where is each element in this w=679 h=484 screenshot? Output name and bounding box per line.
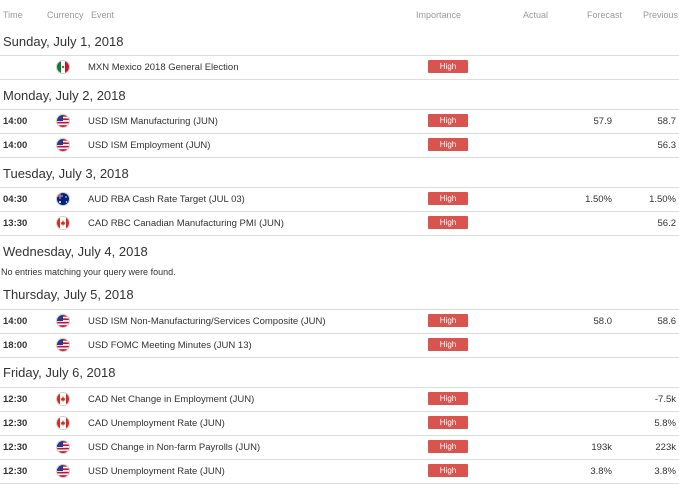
event-name[interactable]: CAD RBC Canadian Manufacturing PMI (JUN)	[88, 218, 284, 229]
event-name[interactable]: CAD Net Change in Employment (JUN)	[88, 394, 254, 405]
day-title: Thursday, July 5, 2018	[3, 287, 134, 302]
day-title: Friday, July 6, 2018	[3, 365, 116, 380]
event-forecast: 58.0	[593, 316, 613, 327]
event-previous: 223k	[655, 442, 676, 453]
event-name[interactable]: USD FOMC Meeting Minutes (JUN 13)	[88, 340, 252, 351]
event-forecast: 1.50%	[585, 194, 612, 205]
event-time: 18:00	[3, 340, 28, 351]
event-forecast: 3.8%	[590, 466, 612, 477]
column-header-previous[interactable]: Previous	[643, 10, 678, 20]
event-time: 14:00	[3, 140, 28, 151]
event-row[interactable]: 12:30 USD Unemployment Rate (JUN) High 3…	[0, 459, 679, 484]
importance-badge: High	[428, 464, 468, 477]
canada-flag-icon	[57, 217, 69, 229]
column-header-forecast[interactable]: Forecast	[587, 10, 622, 20]
event-name[interactable]: USD ISM Employment (JUN)	[88, 140, 210, 151]
day-title: Tuesday, July 3, 2018	[3, 166, 129, 181]
column-header-currency[interactable]: Currency	[47, 10, 84, 20]
column-header-actual[interactable]: Actual	[523, 10, 548, 20]
event-forecast: 193k	[591, 442, 612, 453]
event-row[interactable]: 12:30 USD Change in Non-farm Payrolls (J…	[0, 435, 679, 459]
event-row[interactable]: 12:30 CAD Unemployment Rate (JUN) High 5…	[0, 411, 679, 435]
usa-flag-icon	[57, 441, 69, 453]
australia-flag-icon	[57, 193, 69, 205]
importance-badge: High	[428, 314, 468, 327]
event-previous: -7.5k	[654, 394, 676, 405]
event-time: 12:30	[3, 442, 28, 453]
importance-badge: High	[428, 338, 468, 351]
event-time: 12:30	[3, 418, 28, 429]
importance-badge: High	[428, 192, 468, 205]
event-time: 12:30	[3, 394, 28, 405]
event-name[interactable]: AUD RBA Cash Rate Target (JUL 03)	[88, 194, 245, 205]
event-previous: 3.8%	[654, 466, 676, 477]
no-entries-message: No entries matching your query were foun…	[1, 267, 176, 277]
event-previous: 58.7	[657, 116, 677, 127]
usa-flag-icon	[57, 315, 69, 327]
day-title: Monday, July 2, 2018	[3, 88, 126, 103]
event-name[interactable]: USD ISM Non-Manufacturing/Services Compo…	[88, 316, 326, 327]
column-header-importance[interactable]: Importance	[416, 10, 461, 20]
importance-badge: High	[428, 114, 468, 127]
event-row[interactable]: MXN Mexico 2018 General Election High	[0, 55, 679, 80]
importance-badge: High	[428, 392, 468, 405]
event-row[interactable]: 14:00 USD ISM Non-Manufacturing/Services…	[0, 309, 679, 333]
event-previous: 1.50%	[649, 194, 676, 205]
importance-badge: High	[428, 216, 468, 229]
column-header-time[interactable]: Time	[3, 10, 23, 20]
event-name[interactable]: USD ISM Manufacturing (JUN)	[88, 116, 218, 127]
event-time: 14:00	[3, 316, 28, 327]
usa-flag-icon	[57, 465, 69, 477]
event-time: 14:00	[3, 116, 28, 127]
day-title: Sunday, July 1, 2018	[3, 34, 124, 49]
importance-badge: High	[428, 138, 468, 151]
event-name[interactable]: USD Unemployment Rate (JUN)	[88, 466, 225, 477]
usa-flag-icon	[57, 115, 69, 127]
event-name[interactable]: USD Change in Non-farm Payrolls (JUN)	[88, 442, 260, 453]
canada-flag-icon	[57, 393, 69, 405]
event-row[interactable]: 13:30 CAD RBC Canadian Manufacturing PMI…	[0, 211, 679, 236]
event-time: 12:30	[3, 466, 28, 477]
event-forecast: 57.9	[593, 116, 613, 127]
event-row[interactable]: 14:00 USD ISM Employment (JUN) High 56.3	[0, 133, 679, 158]
event-row[interactable]: 04:30 AUD RBA Cash Rate Target (JUL 03) …	[0, 187, 679, 211]
event-time: 13:30	[3, 218, 28, 229]
event-time: 04:30	[3, 194, 28, 205]
column-header-event[interactable]: Event	[91, 10, 114, 20]
usa-flag-icon	[57, 139, 69, 151]
event-previous: 56.2	[657, 218, 677, 229]
event-previous: 5.8%	[654, 418, 676, 429]
mexico-flag-icon	[57, 61, 69, 73]
event-name[interactable]: MXN Mexico 2018 General Election	[88, 62, 239, 73]
event-previous: 58.6	[657, 316, 677, 327]
event-row[interactable]: 12:30 CAD Net Change in Employment (JUN)…	[0, 387, 679, 411]
event-previous: 56.3	[657, 140, 677, 151]
event-row[interactable]: 18:00 USD FOMC Meeting Minutes (JUN 13) …	[0, 333, 679, 358]
importance-badge: High	[428, 60, 468, 73]
usa-flag-icon	[57, 339, 69, 351]
day-title: Wednesday, July 4, 2018	[3, 244, 148, 259]
canada-flag-icon	[57, 417, 69, 429]
importance-badge: High	[428, 416, 468, 429]
event-name[interactable]: CAD Unemployment Rate (JUN)	[88, 418, 225, 429]
event-row[interactable]: 14:00 USD ISM Manufacturing (JUN) High 5…	[0, 109, 679, 133]
table-header: Time Currency Event Importance Actual Fo…	[0, 0, 679, 28]
importance-badge: High	[428, 440, 468, 453]
